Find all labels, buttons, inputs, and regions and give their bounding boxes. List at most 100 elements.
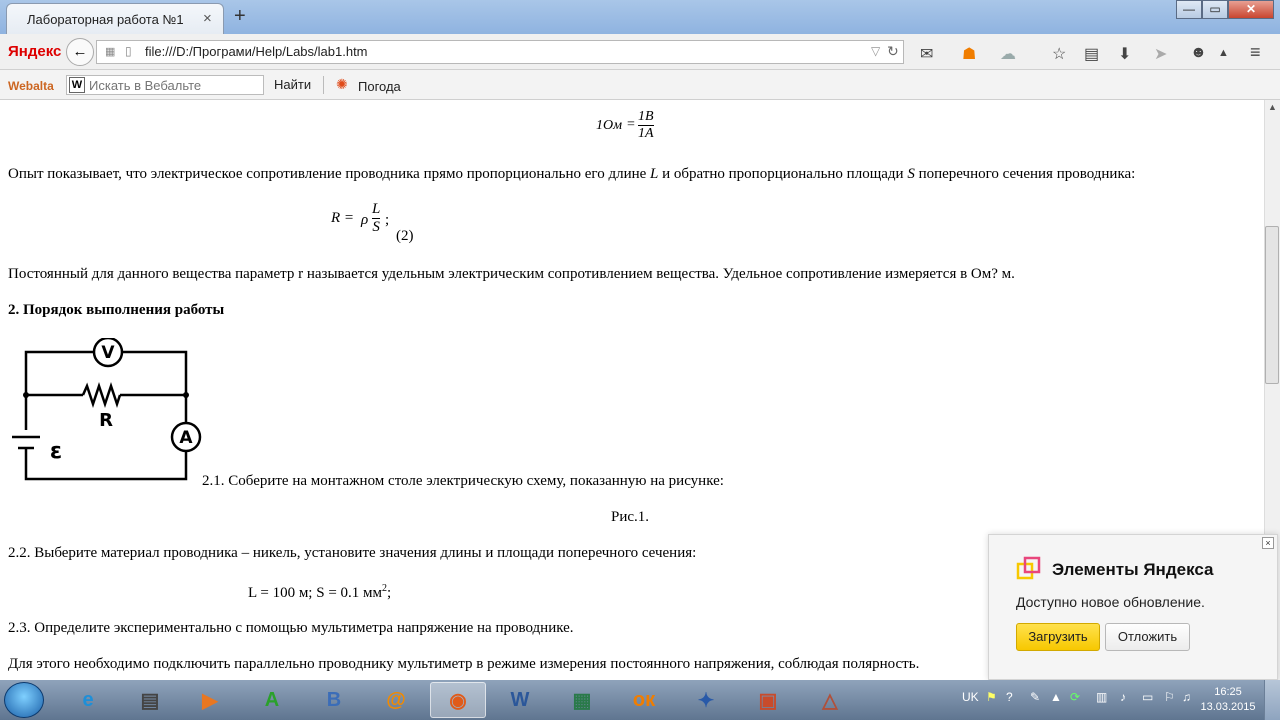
close-window-button[interactable]: ✕ (1228, 0, 1274, 19)
monitor-icon[interactable]: ▦ (554, 682, 610, 718)
firefox-icon[interactable]: ◉ (430, 682, 486, 718)
new-tab-button[interactable]: + (234, 5, 246, 28)
tray-expand-icon[interactable]: ▲ (1050, 690, 1062, 704)
download-icon[interactable]: ⬇ (1118, 44, 1131, 64)
mail-icon[interactable]: ✉ (920, 44, 933, 64)
word-icon[interactable]: W (492, 682, 548, 718)
sync-icon[interactable]: ⟳ (1070, 690, 1080, 704)
notification-message: Доступно новое обновление. (1016, 594, 1205, 610)
chevron-up-icon[interactable]: ▲ (1218, 47, 1229, 59)
notification-title: Элементы Яндекса (1052, 560, 1214, 579)
formula-ohm-fraction: 1В 1А (638, 109, 654, 142)
webalta-search-input[interactable] (89, 77, 259, 93)
resistor-label: R (99, 410, 113, 431)
para1-part-c: поперечного сечения проводника: (914, 166, 1136, 182)
formula-r-rho: ρ (361, 212, 369, 228)
scroll-up-icon[interactable]: ▲ (1268, 102, 1277, 112)
show-desktop-button[interactable] (1264, 680, 1280, 720)
formula-r-den: S (372, 219, 380, 235)
media-player-icon[interactable]: ▶ (182, 682, 238, 718)
step-2-1: 2.1. Соберите на монтажном столе электри… (202, 473, 724, 489)
page-icon: ▯ (125, 44, 132, 58)
grid-icon: ▦ (105, 46, 116, 58)
junction-dot (23, 392, 29, 398)
junction-dot (183, 392, 189, 398)
powerpoint-icon[interactable]: ▣ (740, 682, 796, 718)
reading-list-icon[interactable]: ▤ (1084, 44, 1099, 64)
bell-icon[interactable]: ♫ (1182, 690, 1191, 704)
notification-close-button[interactable]: × (1262, 537, 1274, 549)
wings-icon[interactable]: ✦ (678, 682, 734, 718)
url-text: file:///D:/Програми/Help/Labs/lab1.htm (145, 44, 368, 59)
back-arrow-icon: ← (72, 43, 88, 60)
odnoklassniki-icon[interactable]: ☗ (962, 44, 976, 64)
tab-active[interactable]: Лабораторная работа №1 × (6, 3, 224, 34)
address-bar[interactable]: ▦ ▯ file:///D:/Програми/Help/Labs/lab1.h… (96, 40, 904, 64)
paragraph-multimeter: Для этого необходимо подключить параллел… (8, 656, 920, 672)
clock-time: 16:25 (1214, 686, 1242, 698)
flag-icon[interactable]: ⚑ (986, 690, 997, 704)
voltmeter-label: V (101, 343, 115, 363)
formula-ohm-lhs: 1Ом (596, 118, 623, 133)
flag-tray-icon[interactable]: ⚐ (1164, 690, 1175, 704)
yandex-logo[interactable]: Яндекс (8, 43, 61, 60)
values-text: L = 100 м; S = 0.1 мм (248, 585, 383, 601)
weather-icon[interactable]: ☁ (1000, 44, 1016, 64)
vk-icon[interactable]: B (306, 682, 362, 718)
volume-icon[interactable]: ♪ (1120, 690, 1126, 704)
figure-caption: Рис.1. (611, 509, 650, 525)
smile-icon[interactable]: ☻ (1190, 44, 1207, 62)
bookmark-divider (323, 76, 324, 94)
formula-r-semicolon: ; (385, 212, 390, 228)
resistor-symbol (81, 382, 122, 408)
reload-icon[interactable]: ↻ (887, 43, 899, 60)
formula-ohm-den: 1А (638, 126, 654, 141)
find-button[interactable]: Найти (274, 77, 311, 92)
back-button[interactable]: ← (66, 38, 94, 66)
star-icon[interactable]: ☆ (1052, 44, 1066, 64)
webalta-logo[interactable]: Webalta (8, 79, 54, 93)
webalta-search[interactable]: W (66, 75, 264, 95)
ammeter-label: A (179, 428, 193, 448)
menu-icon[interactable]: ≡ (1250, 42, 1261, 63)
tab-title: Лабораторная работа №1 (27, 12, 184, 27)
triangle-icon[interactable]: △ (802, 682, 858, 718)
send-icon[interactable]: ➤ (1154, 44, 1167, 64)
values-tail: ; (387, 585, 392, 601)
load-update-button[interactable]: Загрузить (1016, 623, 1100, 651)
network-icon[interactable]: ▥ (1096, 690, 1107, 704)
step-2-2: 2.2. Выберите материал проводника – нике… (8, 545, 697, 561)
circuit-diagram: V A R ε (12, 338, 202, 481)
weather-link[interactable]: Погода (358, 79, 401, 94)
formula-number: (2) (396, 228, 414, 244)
mail-agent-icon[interactable]: @ (368, 682, 424, 718)
formula-ohm-eq: = (627, 117, 635, 132)
webalta-w-icon: W (69, 77, 85, 93)
monitor-tray-icon[interactable]: ▭ (1142, 690, 1153, 704)
film-icon[interactable]: ▤ (122, 682, 178, 718)
help-icon[interactable]: ? (1006, 690, 1013, 704)
step-2-3: 2.3. Определите экспериментально с помощ… (8, 620, 574, 636)
postpone-button[interactable]: Отложить (1105, 623, 1190, 651)
maximize-button[interactable]: ▭ (1202, 0, 1228, 19)
source-symbol (12, 435, 40, 450)
para1-part-a: Опыт показывает, что электрическое сопро… (8, 166, 651, 182)
minimize-button[interactable]: — (1176, 0, 1202, 19)
tab-close-button[interactable]: × (203, 10, 212, 27)
clock[interactable]: 16:25 13.03.2015 (1200, 685, 1256, 715)
para1-part-b: и обратно пропорционально площади (658, 166, 908, 182)
clock-date: 13.03.2015 (1200, 701, 1256, 713)
odnoklassniki-icon[interactable]: ок (616, 682, 672, 718)
source-label: ε (50, 439, 62, 464)
pen-icon[interactable]: ✎ (1030, 690, 1040, 704)
formula-r-lhs: R = (331, 210, 355, 226)
start-button[interactable] (4, 682, 44, 718)
formula-r-num: L (372, 201, 381, 217)
language-indicator[interactable]: UK (962, 690, 979, 704)
scroll-thumb[interactable] (1265, 226, 1279, 384)
paragraph-resistivity: Постоянный для данного вещества параметр… (8, 266, 1015, 282)
ie-icon[interactable]: e (60, 682, 116, 718)
circuit-wire-bottom (24, 395, 188, 481)
dropdown-icon[interactable]: ▽ (871, 44, 880, 58)
a-icon[interactable]: A (244, 682, 300, 718)
